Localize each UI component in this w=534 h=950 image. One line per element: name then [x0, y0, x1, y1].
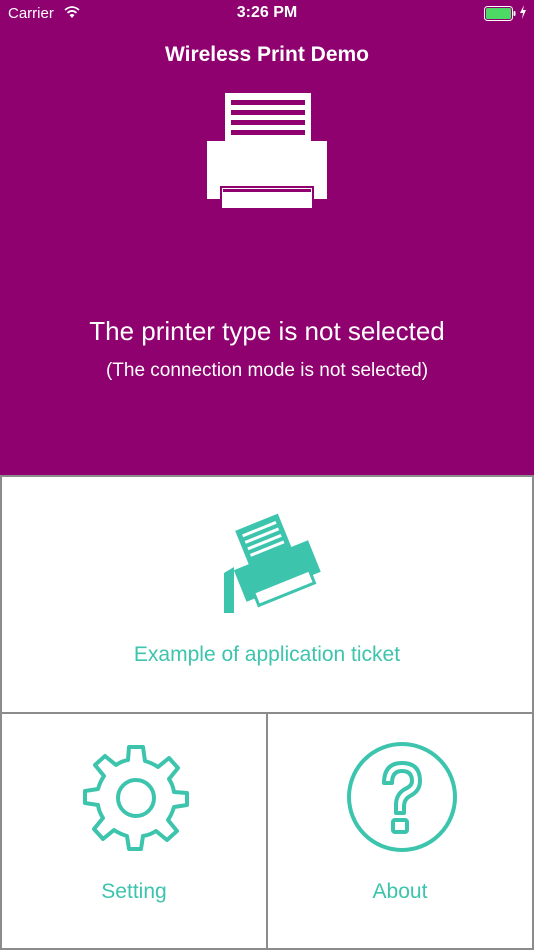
about-label: About: [372, 880, 428, 903]
application-ticket-button[interactable]: Example of application ticket: [0, 475, 534, 714]
app-title: Wireless Print Demo: [164, 43, 370, 66]
status-time: 3:26 PM: [236, 4, 298, 21]
printer-ticket-icon: [224, 513, 321, 613]
charging-bolt-icon: [520, 5, 526, 19]
gear-icon: [83, 745, 189, 851]
application-ticket-label: Example of application ticket: [133, 643, 401, 666]
connection-status-subtitle: (The connection mode is not selected): [105, 360, 429, 381]
question-icon: [347, 742, 457, 852]
battery-icon: [484, 6, 516, 21]
about-button[interactable]: About: [266, 712, 534, 950]
printer-icon: [207, 93, 327, 210]
header-panel: Carrier 3:26 PM Wireless Print Demo The …: [0, 0, 534, 476]
setting-button[interactable]: Setting: [0, 712, 268, 950]
printer-status-title: The printer type is not selected: [89, 316, 445, 346]
setting-label: Setting: [101, 880, 167, 903]
status-bar: Carrier 3:26 PM: [0, 0, 534, 28]
